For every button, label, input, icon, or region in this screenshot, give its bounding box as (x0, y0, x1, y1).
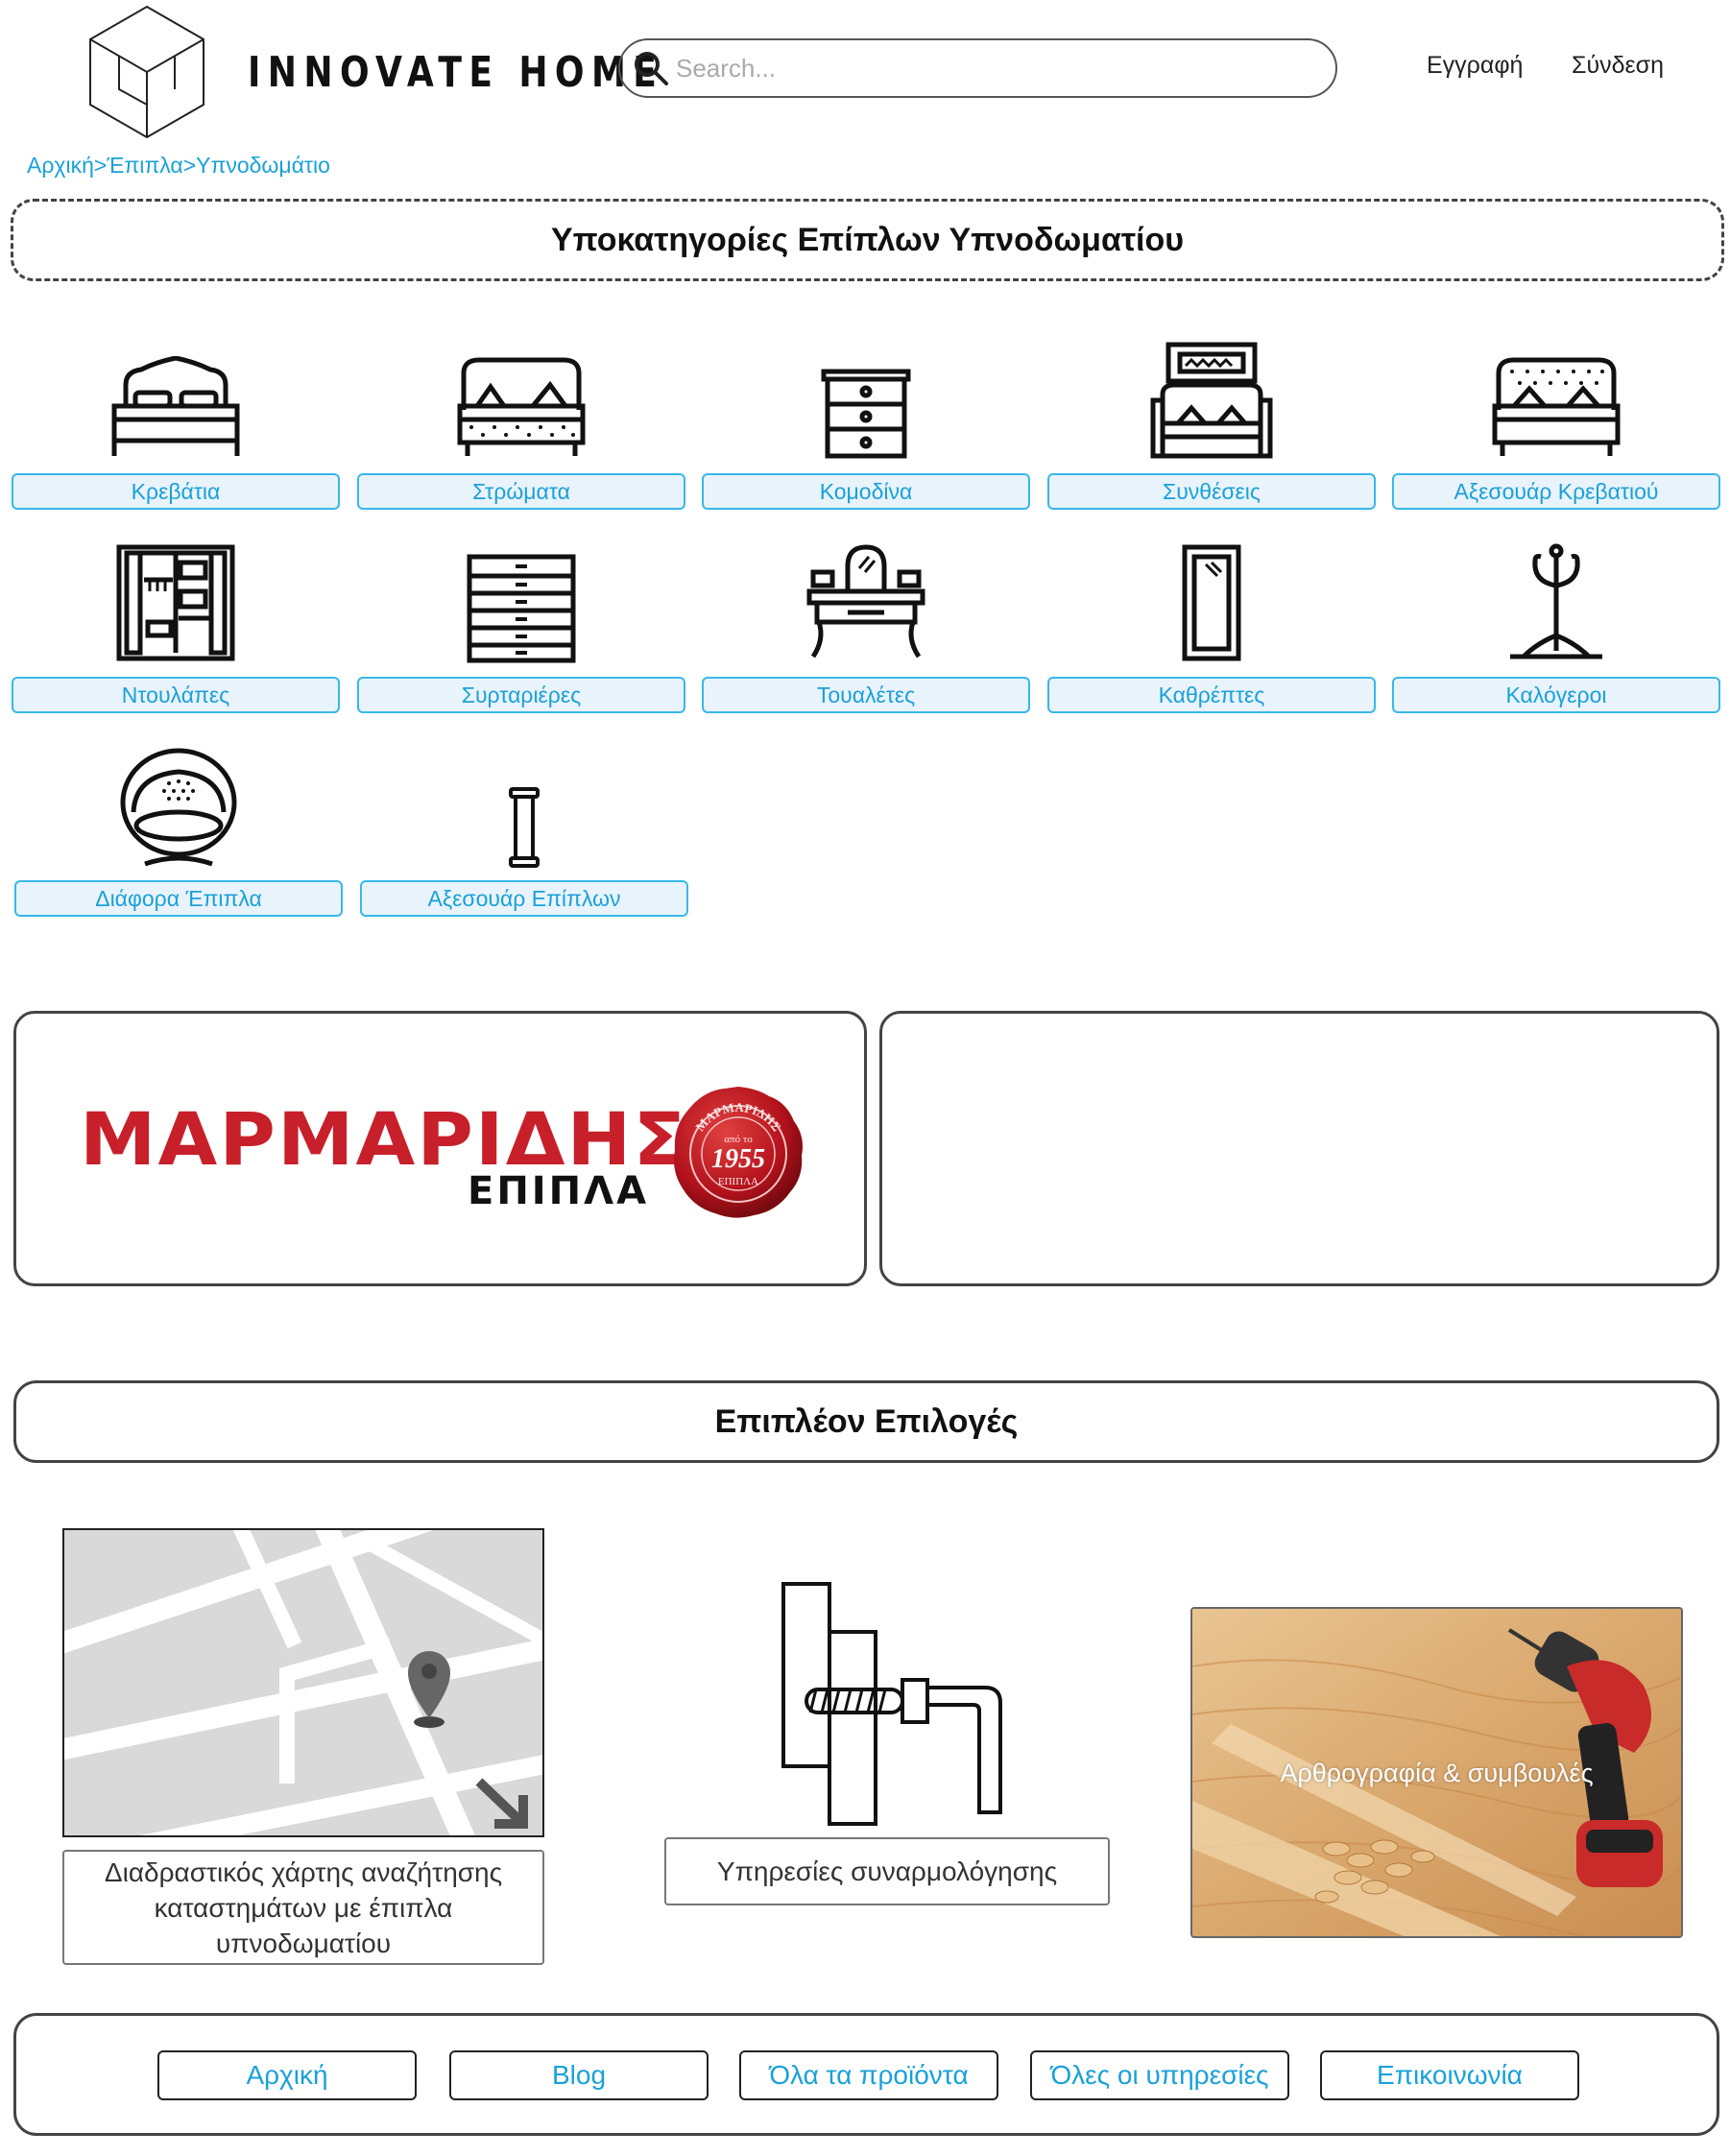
breadcrumb-furniture[interactable]: Έπιπλα (107, 153, 182, 178)
egg-chair-icon (120, 748, 237, 867)
articles-card[interactable]: Αρθρογραφία & συμβουλές (1190, 1607, 1683, 1938)
empty-banner (879, 1011, 1719, 1286)
coat-stand-icon (1510, 543, 1602, 659)
breadcrumb-bedroom[interactable]: Υπνοδωμάτιο (196, 153, 330, 178)
nightstand-icon (821, 369, 911, 459)
register-link[interactable]: Εγγραφή (1427, 52, 1523, 80)
subcategories-title: Υποκατηγορίες Επίπλων Υπνοδωματίου (11, 199, 1724, 281)
chest-of-drawers-icon (467, 554, 576, 663)
bedroom-set-icon (1150, 342, 1273, 459)
brand-banner[interactable]: ΜΑΡΜΑΡΙΔΗΣ ΕΠΙΠΛΑ ΜΑΡΜΑΡΙΔΗΣ από το 1955… (13, 1011, 867, 1286)
footer-blog-button[interactable]: Blog (449, 2050, 709, 2100)
category-chests-of-drawers-button[interactable]: Συρταριέρες (357, 677, 685, 713)
category-wardrobes-button[interactable]: Ντουλάπες (12, 677, 340, 713)
category-misc-furniture-button[interactable]: Διάφορα Έπιπλα (14, 880, 343, 917)
seal-year: 1955 (711, 1144, 765, 1174)
footer-home-button[interactable]: Αρχική (157, 2050, 417, 2100)
breadcrumb-separator: > (93, 153, 108, 178)
bed-icon (111, 356, 240, 456)
wardrobe-icon (116, 544, 235, 661)
map-thumbnail (64, 1530, 542, 1835)
assembly-screw-icon (781, 1582, 1002, 1826)
breadcrumb-separator: > (182, 153, 197, 178)
category-mattresses-button[interactable]: Στρώματα (357, 473, 685, 510)
footer-products-button[interactable]: Όλα τα προϊόντα (739, 2050, 998, 2100)
wax-seal-icon: ΜΑΡΜΑΡΙΔΗΣ από το 1955 ΕΠΙΠΛΑ (674, 1087, 803, 1218)
extra-options-title: Επιπλέον Επιλογές (13, 1380, 1719, 1463)
bed-accessories-icon (1492, 357, 1621, 456)
furniture-accessory-icon (509, 787, 540, 868)
brand-name: INNOVATE HOME (248, 48, 664, 97)
category-bedroom-sets-button[interactable]: Συνθέσεις (1047, 473, 1376, 510)
footer-contact-button[interactable]: Επικοινωνία (1320, 2050, 1579, 2100)
category-dressing-tables-button[interactable]: Τουαλέτες (702, 677, 1030, 713)
seal-subtitle: ΕΠΙΠΛΑ (718, 1176, 758, 1187)
assembly-services-label[interactable]: Υπηρεσίες συναρμολόγησης (664, 1837, 1110, 1905)
category-beds-button[interactable]: Κρεβάτια (12, 473, 340, 510)
login-link[interactable]: Σύνδεση (1572, 52, 1664, 80)
breadcrumb-home[interactable]: Αρχική (27, 153, 94, 178)
breadcrumb: Αρχική>Έπιπλα>Υπνοδωμάτιο (27, 153, 330, 179)
search-input[interactable] (676, 53, 1290, 84)
dressing-table-icon (806, 544, 925, 659)
category-nightstands-button[interactable]: Κομοδίνα (702, 473, 1030, 510)
category-coat-stands-button[interactable]: Καλόγεροι (1392, 677, 1720, 713)
footer-services-button[interactable]: Όλες οι υπηρεσίες (1030, 2050, 1289, 2100)
brand-banner-subtitle: ΕΠΙΠΛΑ (468, 1169, 650, 1213)
category-mirrors-button[interactable]: Καθρέπτες (1047, 677, 1376, 713)
mattress-icon (457, 357, 586, 456)
store-map-label[interactable]: Διαδραστικός χάρτης αναζήτησης καταστημά… (62, 1850, 544, 1965)
search-bar[interactable] (618, 38, 1337, 98)
articles-label: Αρθρογραφία & συμβουλές (1280, 1759, 1594, 1787)
store-map[interactable] (62, 1528, 544, 1837)
category-furniture-accessories-button[interactable]: Αξεσουάρ Επίπλων (360, 880, 688, 917)
cube-logo-icon (89, 5, 204, 139)
mirror-icon (1182, 544, 1241, 661)
search-icon (635, 52, 668, 85)
category-bed-accessories-button[interactable]: Αξεσουάρ Κρεβατιού (1392, 473, 1720, 510)
logo[interactable]: INNOVATE HOME (88, 5, 657, 139)
